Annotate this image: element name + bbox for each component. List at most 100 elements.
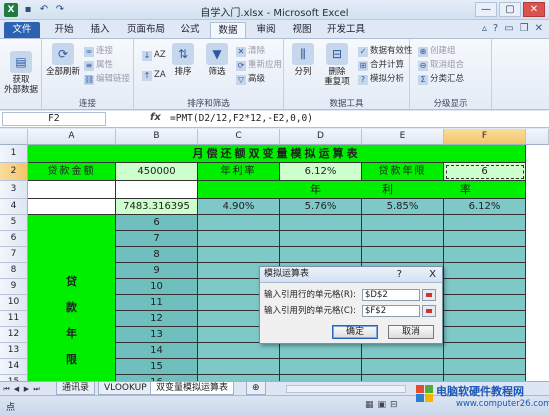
close-button[interactable]: ✕ (523, 2, 545, 17)
row-header-10[interactable]: 10 (0, 295, 28, 311)
column-header-g[interactable] (526, 129, 549, 145)
data-table-dialog[interactable]: 模拟运算表 ? X 输入引用行的单元格(R): $D$2 输入引用列的单元格(C… (259, 266, 443, 344)
help-icon[interactable]: ? (493, 23, 498, 34)
remove-duplicates-button[interactable]: ⊟ 删除 重复项 (320, 43, 354, 87)
tab-data[interactable]: 数据 (210, 22, 246, 38)
rate-value-e4[interactable]: 5.85% (362, 199, 444, 215)
sort-button[interactable]: ⇅ 排序 (166, 43, 200, 77)
loan-amount-cell[interactable]: 450000 (116, 163, 198, 181)
last-sheet-icon[interactable]: ⏭ (32, 384, 41, 394)
year-cell-b8[interactable]: 9 (116, 263, 198, 279)
name-box[interactable]: F2 (2, 112, 106, 126)
subtotal-button[interactable]: Σ 分类汇总 (418, 73, 464, 85)
clear-filter-button[interactable]: ✕ 清除 (236, 45, 265, 57)
dialog-close-button[interactable]: X (429, 267, 436, 282)
window-minimize-icon[interactable]: ▭ (504, 23, 513, 34)
window-restore-icon[interactable]: ❐ (520, 23, 529, 34)
tab-formulas[interactable]: 公式 (174, 22, 206, 38)
term-vertical-label-cell[interactable]: 贷 款 年 限 (28, 215, 116, 381)
row-input-cell-field[interactable]: $D$2 (362, 289, 420, 301)
text-to-columns-button[interactable]: ⫼ 分列 (286, 43, 320, 77)
row-header-9[interactable]: 9 (0, 279, 28, 295)
row-header-13[interactable]: 13 (0, 343, 28, 359)
page-layout-view-icon[interactable]: ▣ (378, 400, 387, 410)
what-if-analysis-button[interactable]: ? 模拟分析 (358, 73, 404, 85)
filter-button[interactable]: ▼ 筛选 (200, 43, 234, 77)
advanced-filter-button[interactable]: ▽ 高级 (236, 73, 265, 85)
year-cell-b6[interactable]: 7 (116, 231, 198, 247)
horizontal-scrollbar[interactable] (286, 385, 406, 393)
year-cell-b5[interactable]: 6 (116, 215, 198, 231)
column-header-f[interactable]: F (444, 129, 526, 145)
column-header-a[interactable]: A (28, 129, 116, 145)
dialog-help-button[interactable]: ? (397, 267, 402, 282)
row-header-4[interactable]: 4 (0, 199, 28, 215)
sheet-tab-vlookup[interactable]: VLOOKUP (98, 382, 153, 395)
data-validation-button[interactable]: ✓ 数据有效性 (358, 45, 413, 57)
window-close-icon[interactable]: ✕ (535, 23, 543, 34)
get-external-data-button[interactable]: ▤ 获取 外部数据 (4, 51, 38, 95)
column-header-e[interactable]: E (362, 129, 444, 145)
normal-view-icon[interactable]: ▦ (365, 400, 374, 410)
row-header-7[interactable]: 7 (0, 247, 28, 263)
term-label-cell[interactable]: 贷款年限 (362, 163, 444, 181)
row-header-6[interactable]: 6 (0, 231, 28, 247)
consolidate-button[interactable]: ⊞ 合并计算 (358, 59, 404, 71)
prev-sheet-icon[interactable]: ◀ (12, 384, 21, 394)
rate-value-c4[interactable]: 4.90% (198, 199, 280, 215)
row-header-2[interactable]: 2 (0, 163, 28, 181)
ok-button[interactable]: 确定 (332, 325, 378, 339)
minimize-ribbon-icon[interactable]: ▵ (482, 23, 487, 34)
sort-az-button[interactable]: ↓ AZ (142, 49, 166, 61)
row-header-12[interactable]: 12 (0, 327, 28, 343)
rate-header-cell[interactable]: 年 利 率 (198, 181, 526, 199)
minimize-button[interactable]: — (475, 2, 497, 17)
maximize-button[interactable]: ▢ (499, 2, 521, 17)
column-header-d[interactable]: D (280, 129, 362, 145)
cell-b3[interactable] (116, 181, 198, 199)
cell-a3[interactable] (28, 181, 116, 199)
column-header-b[interactable]: B (116, 129, 198, 145)
next-sheet-icon[interactable]: ▶ (22, 384, 31, 394)
select-all-corner[interactable] (0, 129, 28, 145)
connections-button[interactable]: ∞ 连接 (84, 45, 113, 57)
refresh-all-button[interactable]: ⟳ 全部刷新 (46, 43, 80, 77)
row-header-3[interactable]: 3 (0, 181, 28, 199)
reapply-button[interactable]: ⟳ 重新应用 (236, 59, 282, 71)
year-cell-b9[interactable]: 10 (116, 279, 198, 295)
row-input-collapse-icon[interactable] (422, 289, 436, 301)
sheet-tab-data-table[interactable]: 双变量模拟运算表 (150, 382, 235, 395)
insert-sheet-icon[interactable]: ⊕ (246, 382, 266, 395)
sort-za-button[interactable]: ↑ ZA (142, 69, 166, 81)
cell-a4[interactable] (28, 199, 116, 215)
row-header-8[interactable]: 8 (0, 263, 28, 279)
column-input-collapse-icon[interactable] (422, 305, 436, 317)
cancel-button[interactable]: 取消 (388, 325, 434, 339)
year-cell-b10[interactable]: 11 (116, 295, 198, 311)
tab-page-layout[interactable]: 页面布局 (122, 22, 170, 38)
first-sheet-icon[interactable]: ⏮ (2, 384, 11, 394)
dialog-title-bar[interactable]: 模拟运算表 ? X (260, 267, 442, 283)
row-header-14[interactable]: 14 (0, 359, 28, 375)
loan-amount-label-cell[interactable]: 贷款金额 (28, 163, 116, 181)
rate-label-cell[interactable]: 年利率 (198, 163, 280, 181)
term-cell[interactable]: 6 (444, 163, 526, 181)
row-header-11[interactable]: 11 (0, 311, 28, 327)
rate-cell[interactable]: 6.12% (280, 163, 362, 181)
formula-input[interactable]: =PMT(D2/12,F2*12,-E2,0,0) (170, 113, 313, 124)
year-cell-b12[interactable]: 13 (116, 327, 198, 343)
year-cell-b14[interactable]: 15 (116, 359, 198, 375)
properties-button[interactable]: ≡ 属性 (84, 59, 113, 71)
column-input-cell-field[interactable]: $F$2 (362, 305, 420, 317)
tab-file[interactable]: 文件 (4, 22, 40, 38)
tab-view[interactable]: 视图 (286, 22, 318, 38)
tab-insert[interactable]: 插入 (84, 22, 116, 38)
formula-result-cell[interactable]: 7483.316395 (116, 199, 198, 215)
sheet-tab-contacts[interactable]: 通讯录 (56, 382, 96, 395)
rate-value-d4[interactable]: 5.76% (280, 199, 362, 215)
insert-function-icon[interactable]: fx (150, 112, 161, 123)
group-button[interactable]: ⊕ 创建组 (418, 45, 456, 57)
sheet-title-cell[interactable]: 月偿还额双变量模拟运算表 (28, 145, 526, 163)
year-cell-b7[interactable]: 8 (116, 247, 198, 263)
page-break-view-icon[interactable]: ⊟ (390, 400, 398, 410)
